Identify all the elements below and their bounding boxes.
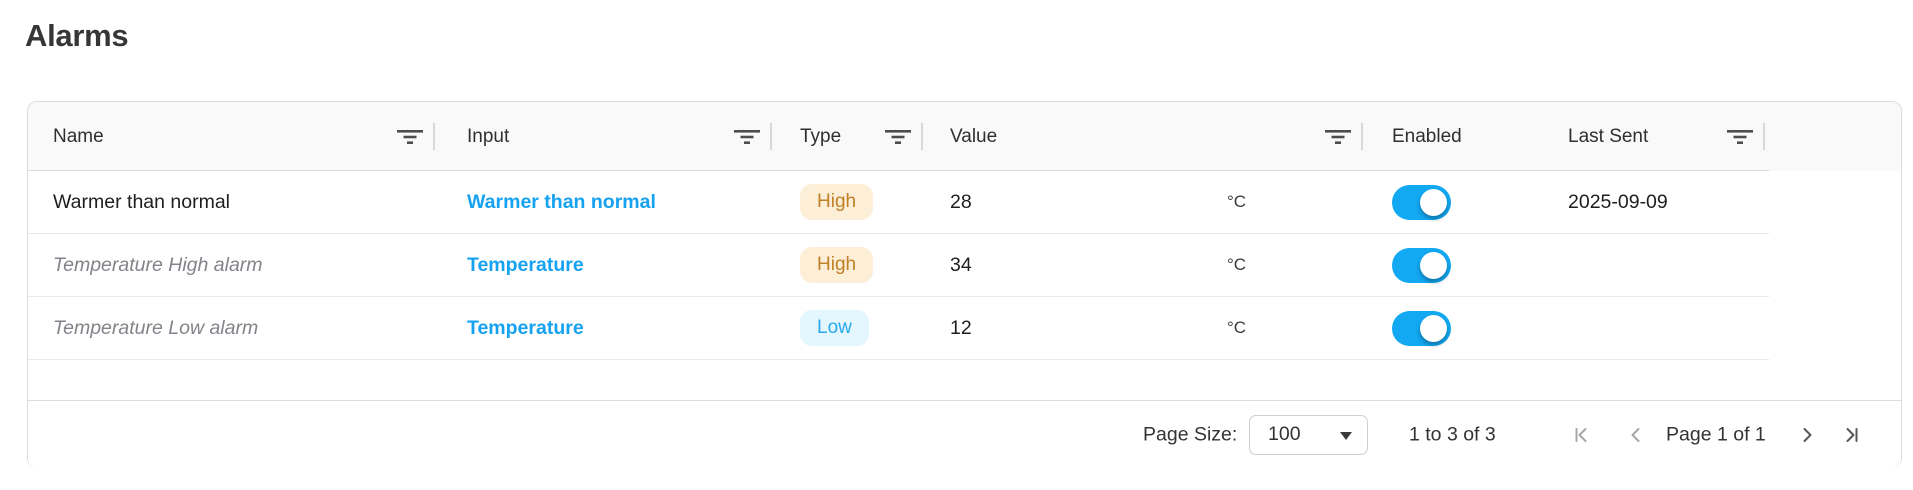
alarm-name-cell: Temperature Low alarm	[28, 297, 435, 359]
page-size-label: Page Size:	[1143, 423, 1237, 446]
alarm-value: 28	[950, 191, 972, 214]
alarm-last-sent-cell	[1543, 297, 1765, 359]
toggle-knob	[1420, 315, 1447, 342]
first-page-button[interactable]	[1571, 424, 1593, 446]
type-badge: High	[800, 184, 873, 221]
filter-icon[interactable]	[1727, 128, 1753, 146]
row-range-text: 1 to 3 of 3	[1409, 423, 1496, 446]
alarms-table-panel: Name Input Type Value Enabled	[27, 101, 1902, 468]
column-label-value: Value	[950, 126, 997, 148]
column-header-name[interactable]: Name	[28, 102, 435, 171]
alarm-name: Temperature High alarm	[53, 254, 263, 277]
input-link[interactable]: Warmer than normal	[467, 191, 656, 214]
alarm-unit: °C	[1227, 192, 1246, 212]
page-size-select[interactable]: 100	[1249, 415, 1368, 455]
toggle-knob	[1420, 252, 1447, 279]
alarm-name: Temperature Low alarm	[53, 317, 258, 340]
type-badge: High	[800, 247, 873, 284]
input-link[interactable]: Temperature	[467, 254, 584, 277]
column-label-input: Input	[467, 126, 509, 148]
alarm-enabled-cell	[1363, 234, 1543, 296]
next-page-button[interactable]	[1796, 424, 1818, 446]
page-size-value: 100	[1268, 423, 1301, 446]
last-page-button[interactable]	[1840, 424, 1862, 446]
column-label-enabled: Enabled	[1392, 126, 1462, 148]
table-row: Warmer than normal Warmer than normal Hi…	[28, 171, 1769, 234]
alarm-input-cell: Warmer than normal	[435, 171, 772, 233]
alarm-value-cell: 12 °C	[923, 297, 1363, 359]
alarm-value: 34	[950, 254, 972, 277]
alarm-type-cell: High	[772, 171, 923, 233]
alarm-input-cell: Temperature	[435, 297, 772, 359]
enabled-toggle[interactable]	[1392, 185, 1451, 220]
column-header-type[interactable]: Type	[772, 102, 923, 171]
column-label-last-sent: Last Sent	[1568, 126, 1648, 148]
alarm-unit: °C	[1227, 255, 1246, 275]
alarm-enabled-cell	[1363, 171, 1543, 233]
page-title: Alarms	[25, 18, 128, 54]
filter-icon[interactable]	[885, 128, 911, 146]
alarm-last-sent-cell: 2025-09-09	[1543, 171, 1765, 233]
filter-icon[interactable]	[397, 128, 423, 146]
page-indicator-text: Page 1 of 1	[1666, 423, 1766, 446]
column-header-last-sent[interactable]: Last Sent	[1543, 102, 1765, 171]
column-header-input[interactable]: Input	[435, 102, 772, 171]
table-row: Temperature High alarm Temperature High …	[28, 234, 1769, 297]
filter-icon[interactable]	[1325, 128, 1351, 146]
alarm-value-cell: 34 °C	[923, 234, 1363, 296]
alarm-unit: °C	[1227, 318, 1246, 338]
last-sent-date: 2025-09-09	[1568, 191, 1668, 214]
chevron-down-icon	[1340, 431, 1352, 439]
table-header-row: Name Input Type Value Enabled	[28, 102, 1901, 171]
alarm-type-cell: Low	[772, 297, 923, 359]
enabled-toggle[interactable]	[1392, 248, 1451, 283]
alarm-name: Warmer than normal	[53, 191, 230, 214]
toggle-knob	[1420, 189, 1447, 216]
input-link[interactable]: Temperature	[467, 317, 584, 340]
previous-page-button[interactable]	[1625, 424, 1647, 446]
alarm-last-sent-cell	[1543, 234, 1765, 296]
table-row: Temperature Low alarm Temperature Low 12…	[28, 297, 1769, 360]
type-badge: Low	[800, 310, 869, 347]
alarm-input-cell: Temperature	[435, 234, 772, 296]
empty-rows-area	[28, 360, 1769, 400]
alarm-name-cell: Warmer than normal	[28, 171, 435, 233]
enabled-toggle[interactable]	[1392, 311, 1451, 346]
table-footer: Page Size: 100 1 to 3 of 3 Page 1 of 1	[28, 400, 1901, 468]
column-label-type: Type	[800, 126, 841, 148]
column-label-name: Name	[53, 126, 104, 148]
alarm-value: 12	[950, 317, 972, 340]
alarm-value-cell: 28 °C	[923, 171, 1363, 233]
filter-icon[interactable]	[734, 128, 760, 146]
alarm-name-cell: Temperature High alarm	[28, 234, 435, 296]
column-header-value[interactable]: Value	[923, 102, 1363, 171]
column-header-enabled[interactable]: Enabled	[1363, 102, 1543, 171]
alarm-type-cell: High	[772, 234, 923, 296]
alarm-enabled-cell	[1363, 297, 1543, 359]
